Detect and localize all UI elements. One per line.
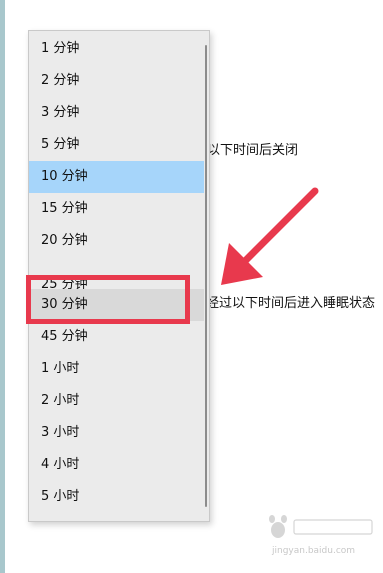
- time-options-list: 1 分钟 2 分钟 3 分钟 5 分钟 10 分钟 15 分钟 20 分钟 25…: [29, 33, 204, 513]
- option-3-min[interactable]: 3 分钟: [29, 97, 204, 129]
- dropdown-scrollbar[interactable]: [205, 45, 207, 507]
- option-1-hour[interactable]: 1 小时: [29, 353, 204, 385]
- option-2-hours[interactable]: 2 小时: [29, 385, 204, 417]
- window-edge: [0, 0, 5, 573]
- option-5-min[interactable]: 5 分钟: [29, 129, 204, 161]
- screen-off-label: 以下时间后关闭: [207, 143, 299, 158]
- option-4-hours[interactable]: 4 小时: [29, 449, 204, 481]
- option-5-hours[interactable]: 5 小时: [29, 481, 204, 513]
- option-45-min[interactable]: 45 分钟: [29, 321, 204, 353]
- option-10-min[interactable]: 10 分钟: [29, 161, 204, 193]
- highlight-annotation-box: [26, 275, 190, 324]
- baidu-jingyan-watermark: jingyan.baidu.com: [262, 510, 377, 566]
- option-15-min[interactable]: 15 分钟: [29, 193, 204, 225]
- option-20-min[interactable]: 20 分钟: [29, 225, 204, 257]
- option-2-min[interactable]: 2 分钟: [29, 65, 204, 97]
- red-arrow-icon: [221, 187, 319, 285]
- option-3-hours[interactable]: 3 小时: [29, 417, 204, 449]
- option-1-min[interactable]: 1 分钟: [29, 33, 204, 65]
- baidu-paw-logo-icon: [269, 515, 373, 538]
- watermark-url: jingyan.baidu.com: [272, 546, 356, 556]
